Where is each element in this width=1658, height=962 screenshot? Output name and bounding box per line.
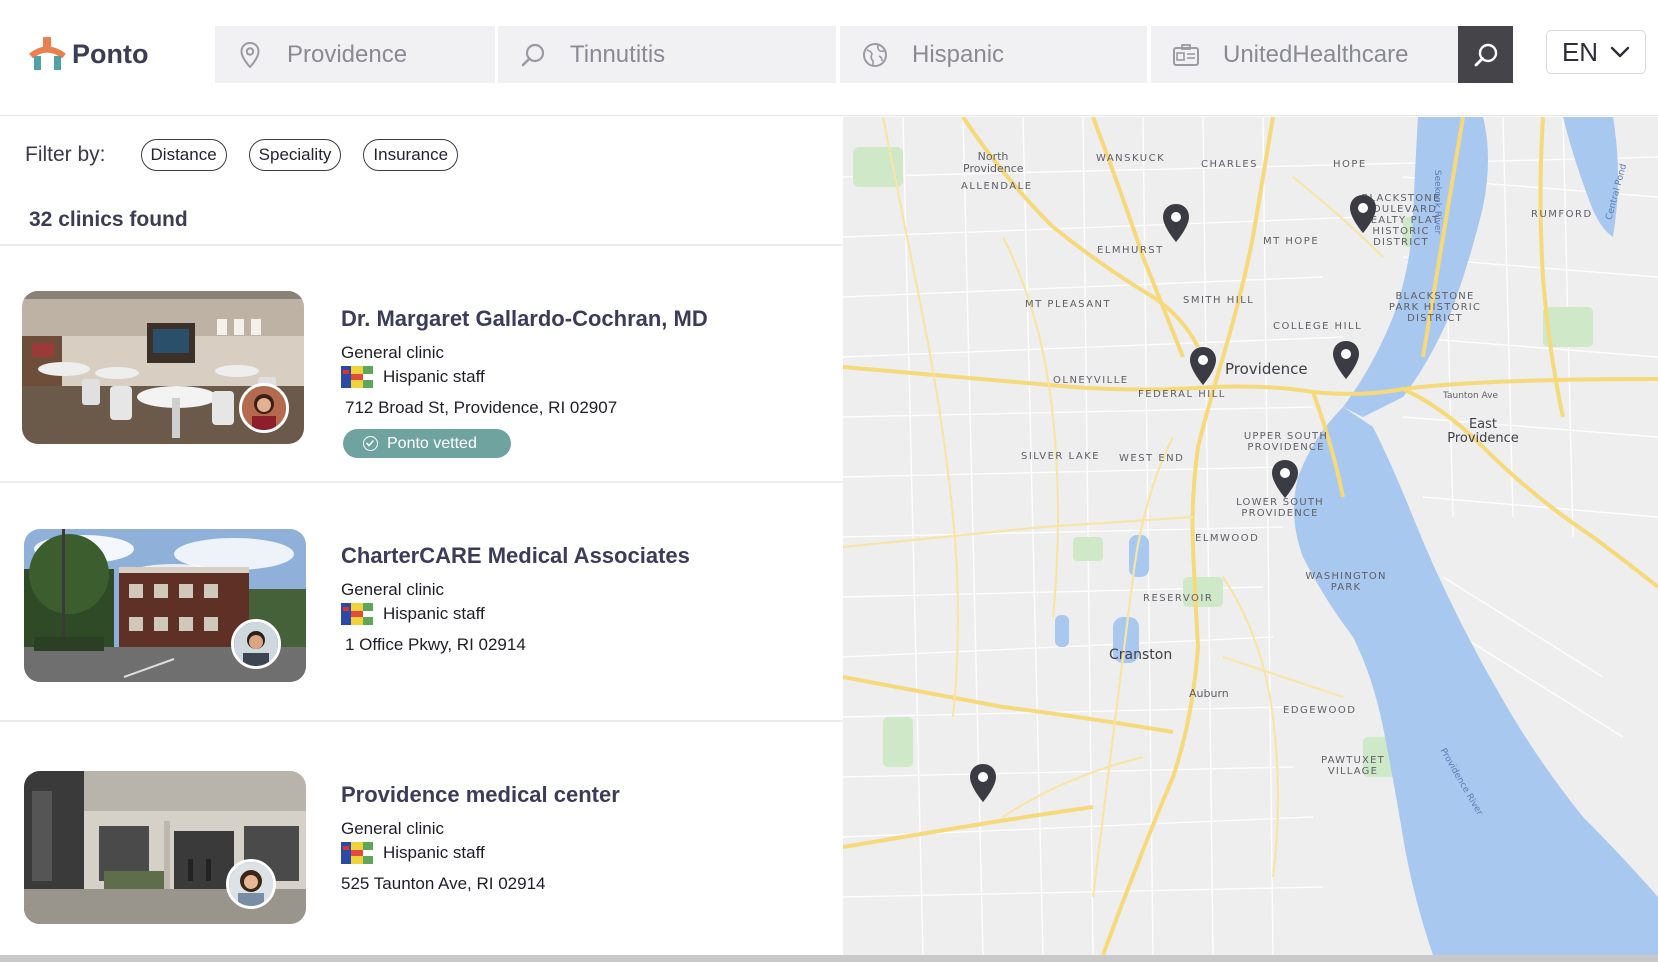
map-label-reservoir: RESERVOIR <box>1143 593 1214 604</box>
doctor-avatar <box>231 619 281 669</box>
doctor-avatar <box>239 383 289 433</box>
insurance-value: UnitedHealthcare <box>1223 40 1409 68</box>
filter-chip-insurance[interactable]: Insurance <box>363 139 459 171</box>
filter-label: Filter by: <box>25 143 106 166</box>
flag-icon <box>341 603 373 625</box>
location-search-field[interactable]: Providence <box>215 26 495 83</box>
magnifier-icon <box>518 40 548 70</box>
map-label-blackstone-park: BLACKSTONE PARK HISTORIC DISTRICT <box>1388 291 1482 324</box>
map-label-federal-hill: FEDERAL HILL <box>1138 389 1226 400</box>
staff-label: Hispanic staff <box>383 367 485 386</box>
map-label-west-end: WEST END <box>1119 453 1185 464</box>
map-label-olneyville: OLNEYVILLE <box>1053 375 1129 386</box>
map-marker-icon[interactable] <box>1331 340 1361 380</box>
flag-icon <box>341 842 373 864</box>
clinic-address: 1 Office Pkwy, RI 02914 <box>345 635 526 654</box>
clinic-card[interactable]: Dr. Margaret Gallardo-Cochran, MD Genera… <box>0 246 843 482</box>
window-bottom-edge <box>0 955 1658 962</box>
doctor-avatar <box>226 859 276 909</box>
map-label-providence-river: Providence River <box>1437 746 1485 818</box>
location-pin-icon <box>235 40 265 70</box>
search-icon <box>1474 43 1497 66</box>
clinic-address: 525 Taunton Ave, RI 02914 <box>341 874 546 893</box>
map-marker-icon[interactable] <box>1348 194 1378 234</box>
map-label-pawtuxet: PAWTUXET VILLAGE <box>1321 755 1385 777</box>
map-label-mt-hope: MT HOPE <box>1263 236 1320 247</box>
map-label-mt-pleasant: MT PLEASANT <box>1025 299 1112 310</box>
staff-label: Hispanic staff <box>383 604 485 623</box>
map-label-taunton-ave: Taunton Ave <box>1443 391 1499 401</box>
staff-language: Hispanic staff <box>341 842 485 864</box>
results-count: 32 clinics found <box>29 208 188 231</box>
map-label-rumford: RUMFORD <box>1531 209 1593 220</box>
map-marker-icon[interactable] <box>1270 459 1300 499</box>
brand-name: Ponto <box>72 38 149 69</box>
map-labels: North Providence ALLENDALE WANSKUCK CHAR… <box>843 117 1658 955</box>
ponto-logo-icon <box>29 37 66 70</box>
filter-chip-speciality[interactable]: Speciality <box>248 139 342 171</box>
language-code: EN <box>1561 36 1599 67</box>
map-label-auburn: Auburn <box>1189 687 1229 700</box>
clinic-type: General clinic <box>341 819 444 838</box>
clinic-address: 712 Broad St, Providence, RI 02907 <box>345 398 618 417</box>
map-label-silver-lake: SILVER LAKE <box>1021 451 1101 462</box>
map-label-providence: Providence <box>1225 360 1308 378</box>
map-label-allendale: ALLENDALE <box>961 181 1033 192</box>
clinic-type: General clinic <box>341 343 444 362</box>
map-label-east-providence: East Providence <box>1447 417 1519 446</box>
map-label-cranston: Cranston <box>1109 647 1173 663</box>
results-panel: Filter by: Distance Speciality Insurance… <box>0 117 843 962</box>
language-search-field[interactable]: Hispanic <box>840 26 1147 83</box>
map-label-elmhurst: ELMHURST <box>1097 245 1164 256</box>
vetted-label: Ponto vetted <box>387 434 477 452</box>
filter-bar: Filter by: Distance Speciality Insurance <box>25 139 480 171</box>
condition-value: Tinnutitis <box>570 40 666 68</box>
ponto-vetted-badge: Ponto vetted <box>343 429 511 458</box>
globe-icon <box>860 40 890 70</box>
chevron-down-icon <box>1610 46 1630 58</box>
staff-language: Hispanic staff <box>341 366 485 388</box>
map-label-elmwood: ELMWOOD <box>1195 533 1260 544</box>
clinic-name[interactable]: Providence medical center <box>341 782 620 808</box>
clinic-name[interactable]: Dr. Margaret Gallardo-Cochran, MD <box>341 306 708 332</box>
map-label-lower-south: LOWER SOUTH PROVIDENCE <box>1236 497 1324 519</box>
map-label-edgewood: EDGEWOOD <box>1283 705 1357 716</box>
map-marker-icon[interactable] <box>968 763 998 803</box>
ponto-logo[interactable]: Ponto <box>28 34 148 74</box>
language-selector[interactable]: EN <box>1546 30 1646 74</box>
clinic-photo <box>22 291 304 444</box>
checkmark-circle-icon <box>363 436 378 451</box>
clinic-type: General clinic <box>341 580 444 599</box>
map-label-seekonk-river: Seekonk River <box>1432 169 1443 235</box>
staff-language: Hispanic staff <box>341 603 485 625</box>
map-label-smith-hill: SMITH HILL <box>1183 295 1255 306</box>
map-label-washington-park: WASHINGTON PARK <box>1305 571 1387 593</box>
clinic-photo <box>24 771 306 924</box>
clinic-name[interactable]: CharterCARE Medical Associates <box>341 543 690 569</box>
map-label-charles: CHARLES <box>1201 159 1259 170</box>
map-label-central-pond: Central Pond <box>1604 162 1630 222</box>
map-marker-icon[interactable] <box>1188 346 1218 386</box>
clinic-card[interactable]: Providence medical center General clinic… <box>0 722 843 958</box>
map-label-north-providence: North Providence <box>963 150 1024 175</box>
map-view[interactable]: North Providence ALLENDALE WANSKUCK CHAR… <box>843 117 1658 955</box>
staff-label: Hispanic staff <box>383 843 485 862</box>
map-label-upper-south: UPPER SOUTH PROVIDENCE <box>1243 431 1329 453</box>
clinic-photo <box>24 529 306 682</box>
filter-chip-distance[interactable]: Distance <box>140 139 227 171</box>
location-value: Providence <box>287 40 408 68</box>
map-label-college-hill: COLLEGE HILL <box>1273 321 1363 332</box>
insurance-search-field[interactable]: UnitedHealthcare <box>1151 26 1458 83</box>
map-label-hope: HOPE <box>1333 159 1367 170</box>
condition-search-field[interactable]: Tinnutitis <box>498 26 836 83</box>
language-value: Hispanic <box>912 40 1005 68</box>
search-button[interactable] <box>1458 26 1513 83</box>
insurance-card-icon <box>1171 40 1201 70</box>
map-label-wanskuck: WANSKUCK <box>1096 153 1166 164</box>
map-marker-icon[interactable] <box>1161 203 1191 243</box>
flag-icon <box>341 366 373 388</box>
clinic-card[interactable]: CharterCARE Medical Associates General c… <box>0 483 843 719</box>
top-bar: Ponto Providence Tinnutitis Hispanic Uni… <box>0 0 1658 116</box>
